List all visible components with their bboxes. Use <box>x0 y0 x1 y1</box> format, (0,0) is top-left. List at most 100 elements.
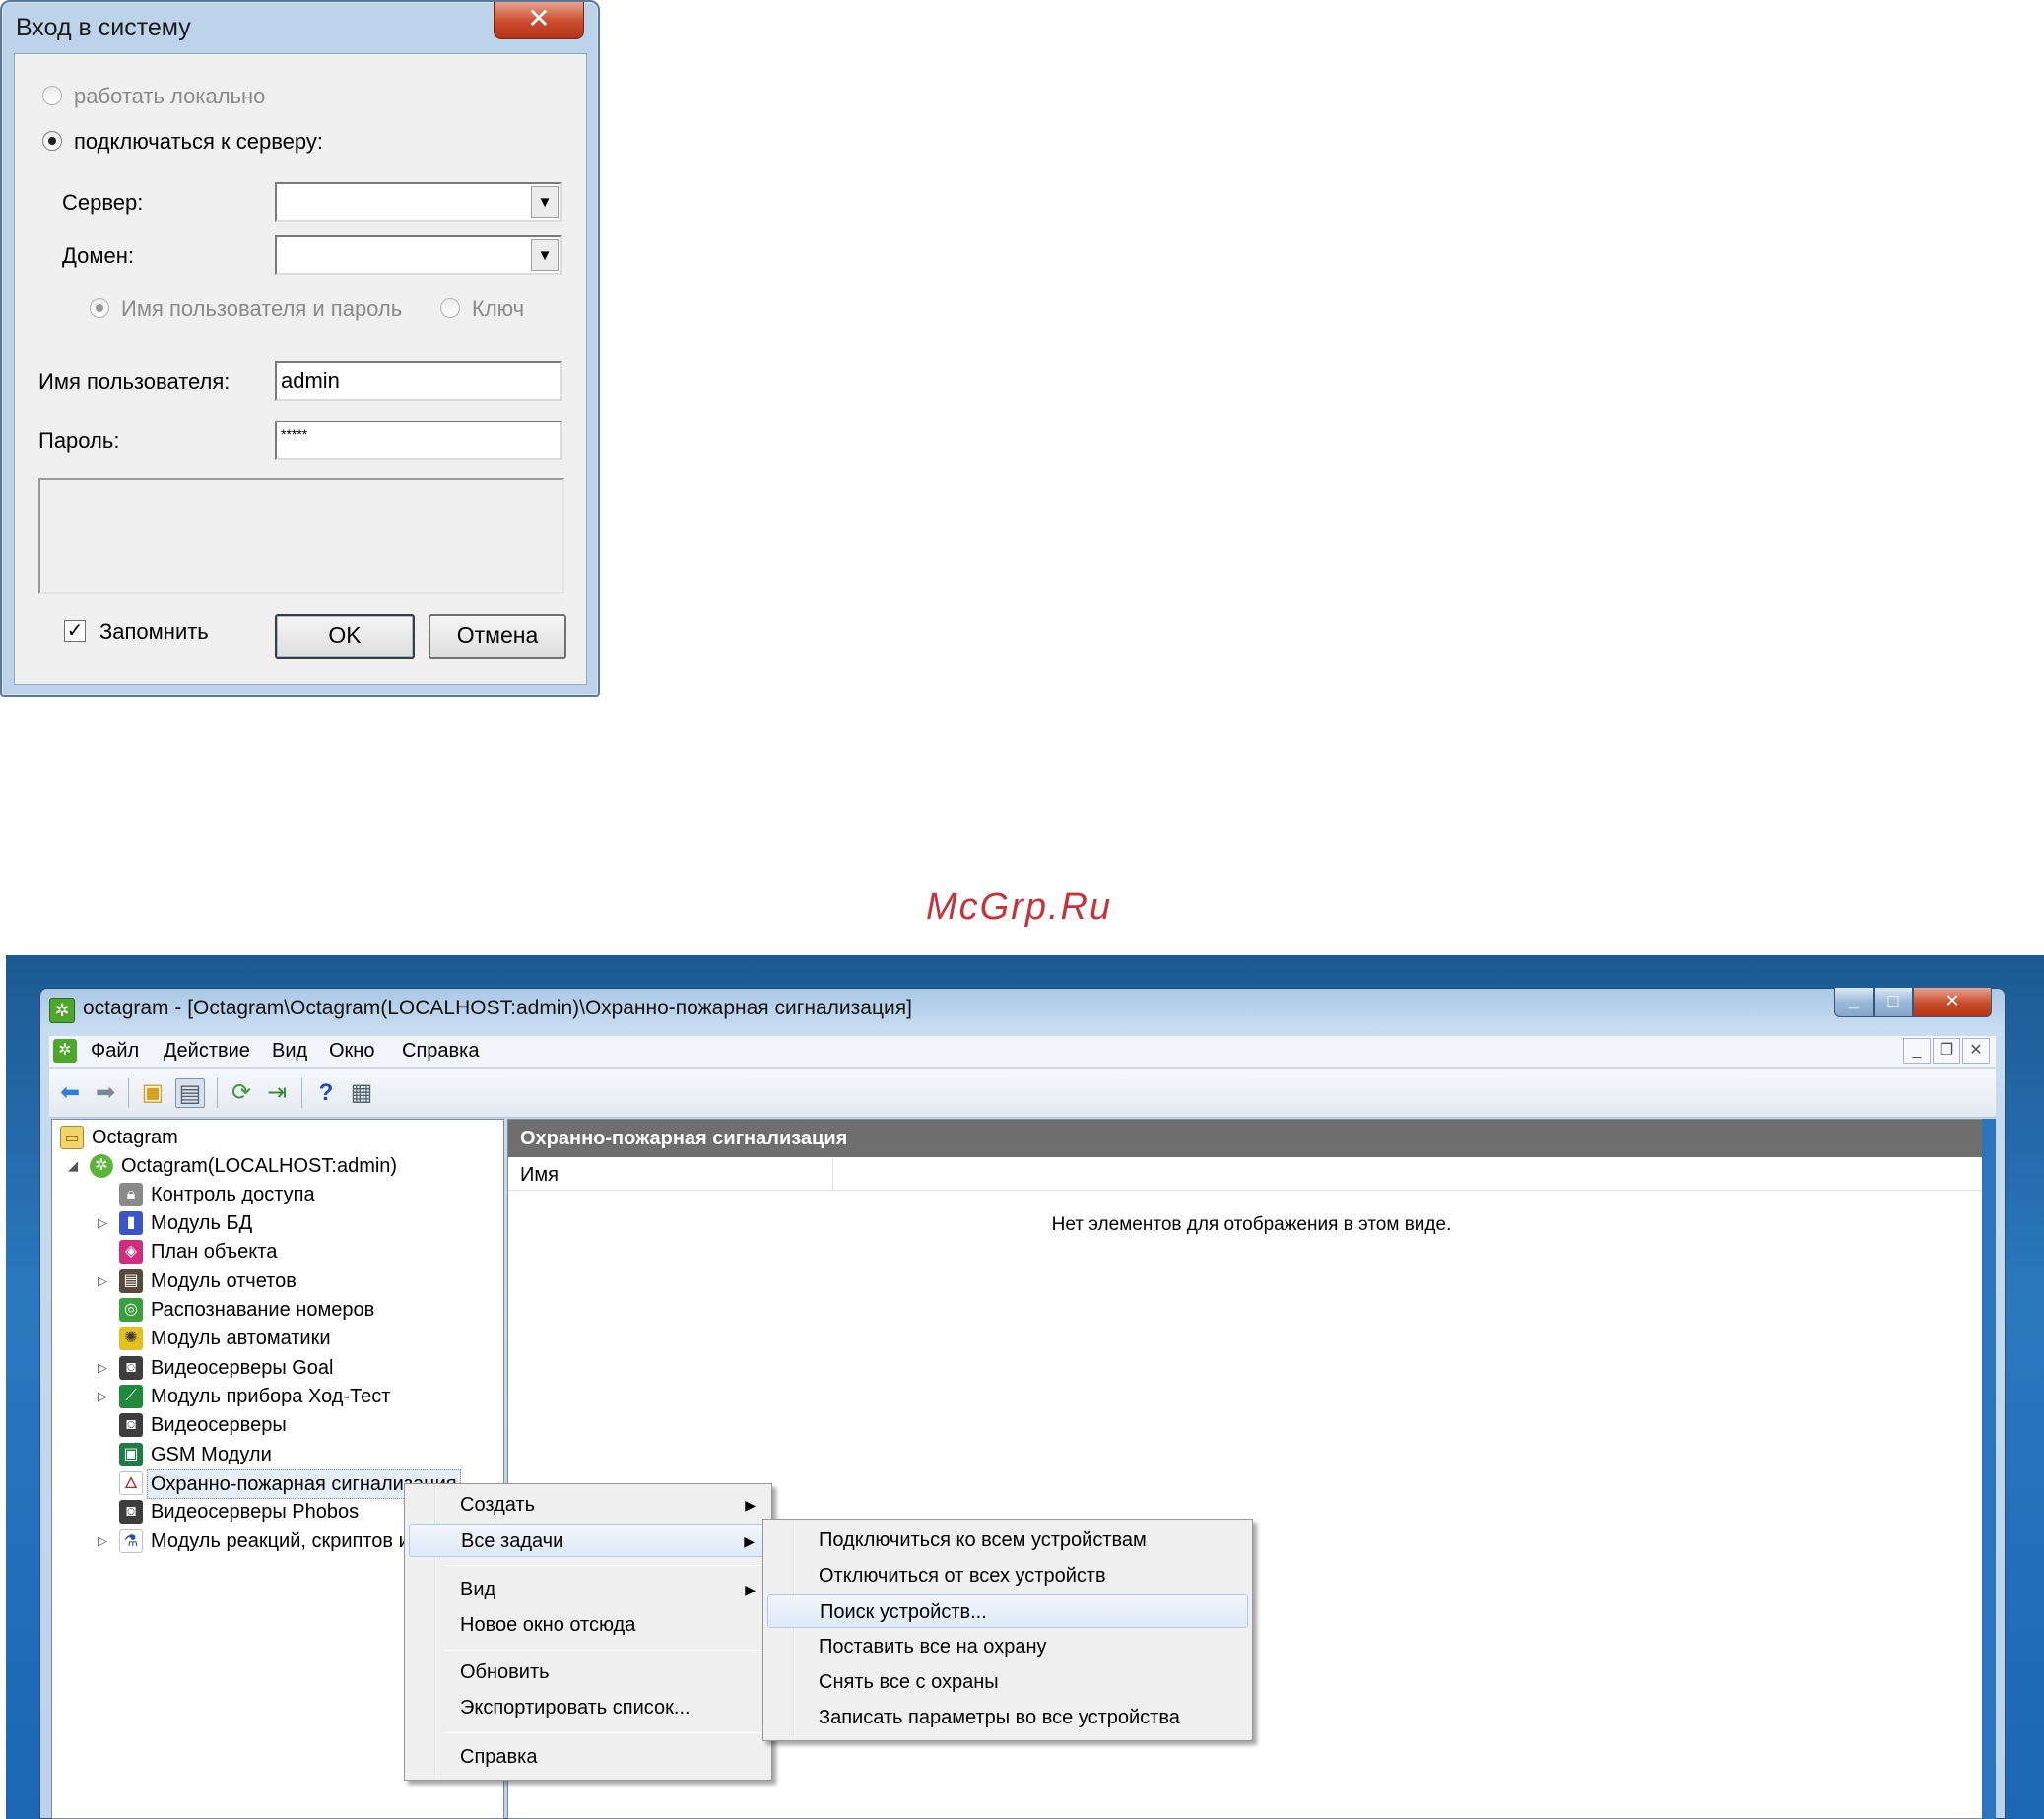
folder-icon: ▭ <box>60 1126 84 1149</box>
camera-icon: ◙ <box>119 1500 143 1524</box>
collapse-arrow-icon[interactable]: ◢ <box>68 1152 82 1180</box>
camera-icon: ◙ <box>119 1413 143 1437</box>
close-button[interactable]: ✕ <box>494 2 584 39</box>
camera-icon: ◙ <box>119 1356 143 1380</box>
window-right-border <box>1982 1119 1996 1819</box>
username-field[interactable]: admin <box>275 361 562 401</box>
gsm-icon: ▣ <box>119 1443 143 1466</box>
radio-connect-server-label: подключаться к серверу: <box>74 129 323 154</box>
domain-label: Домен: <box>62 243 135 268</box>
toolbar-separator <box>128 1078 129 1108</box>
expand-arrow-icon[interactable]: ▷ <box>98 1383 111 1410</box>
fire-alarm-icon: 🜂 <box>119 1471 143 1495</box>
submenu-arrow-icon: ▶ <box>745 1582 756 1597</box>
column-header-name[interactable]: Имя <box>508 1159 833 1191</box>
toolbar-separator <box>217 1078 218 1108</box>
result-pane-title: Охранно-пожарная сигнализация <box>508 1120 1995 1157</box>
radio-work-locally[interactable] <box>42 86 62 105</box>
menu-view[interactable]: Вид <box>272 1040 307 1063</box>
menu-item-create[interactable]: Создать ▶ <box>409 1488 767 1522</box>
menu-file[interactable]: Файл <box>91 1040 139 1063</box>
radio-auth-key-label: Ключ <box>472 296 525 321</box>
radio-auth-key[interactable] <box>440 298 460 318</box>
menu-separator <box>444 1732 765 1733</box>
submenu-write-params[interactable]: Записать параметры во все устройства <box>767 1701 1248 1734</box>
toolbar: ⬅ ➡ ▣ ▤ ⟳ ⇥ ? ▦ <box>49 1069 1996 1118</box>
menu-item-all-tasks[interactable]: Все задачи ▶ <box>409 1524 767 1557</box>
submenu-arrow-icon: ▶ <box>745 1497 756 1513</box>
context-menu: Создать ▶ Все задачи ▶ Вид ▶ Новое окно … <box>404 1483 772 1781</box>
password-field[interactable]: ***** <box>275 421 562 460</box>
window-title: octagram - [Octagram\Octagram(LOCALHOST:… <box>83 997 912 1019</box>
status-message-area <box>38 478 564 594</box>
app-icon[interactable]: ✲ <box>49 998 75 1023</box>
expand-arrow-icon[interactable]: ▷ <box>98 1354 111 1382</box>
refresh-icon[interactable]: ⟳ <box>227 1078 256 1108</box>
password-label: Пароль: <box>38 428 120 453</box>
mdi-buttons: _ ❐ ✕ <box>1903 1038 1990 1064</box>
maximize-button[interactable]: □ <box>1874 988 1913 1017</box>
plate-recognition-icon: ◎ <box>119 1298 143 1322</box>
forward-arrow-icon[interactable]: ➡ <box>91 1078 120 1108</box>
expand-arrow-icon[interactable]: ▷ <box>98 1267 111 1295</box>
plan-icon: ◈ <box>119 1240 143 1264</box>
expand-arrow-icon[interactable]: ▷ <box>98 1527 111 1555</box>
submenu-connect-all[interactable]: Подключиться ко всем устройствам <box>767 1524 1248 1557</box>
watermark: McGrp.Ru <box>926 886 1113 928</box>
menu-item-help[interactable]: Справка <box>409 1740 767 1774</box>
submenu-disconnect-all[interactable]: Отключиться от всех устройств <box>767 1559 1248 1592</box>
up-folder-icon[interactable]: ▣ <box>138 1078 167 1108</box>
octagram-server-icon: ✲ <box>90 1154 113 1178</box>
caption-buttons: _ □ ✕ <box>1834 988 1992 1017</box>
menu-item-view[interactable]: Вид ▶ <box>409 1573 767 1606</box>
chevron-down-icon[interactable]: ▼ <box>531 186 559 218</box>
window-close-button[interactable]: ✕ <box>1913 988 1992 1017</box>
export-icon[interactable]: ⇥ <box>262 1078 292 1108</box>
automation-icon: ✺ <box>119 1327 143 1350</box>
server-label: Сервер: <box>62 190 144 215</box>
login-dialog-title: Вход в систему <box>16 14 191 41</box>
mdi-restore-button[interactable]: ❐ <box>1933 1038 1960 1064</box>
menu-item-export[interactable]: Экспортировать список... <box>409 1691 767 1724</box>
menu-item-new-window[interactable]: Новое окно отсюда <box>409 1608 767 1642</box>
radio-auth-userpass[interactable] <box>90 298 109 318</box>
ok-button[interactable]: OK <box>275 614 415 659</box>
menu-separator <box>444 1650 765 1651</box>
app-menu-icon[interactable]: ✲ <box>53 1039 77 1063</box>
empty-list-message: Нет элементов для отображения в этом вид… <box>1051 1214 1452 1235</box>
menu-help[interactable]: Справка <box>402 1040 479 1063</box>
column-header-row: Имя <box>508 1159 1995 1191</box>
mdi-minimize-button[interactable]: _ <box>1903 1038 1931 1064</box>
login-dialog: Вход в систему ✕ работать локально подкл… <box>0 0 600 697</box>
menu-item-refresh[interactable]: Обновить <box>409 1656 767 1689</box>
submenu-search-devices[interactable]: Поиск устройств... <box>767 1594 1248 1628</box>
submenu-arrow-icon: ▶ <box>744 1533 755 1549</box>
submenu-disarm-all[interactable]: Снять все с охраны <box>767 1665 1248 1699</box>
help-icon[interactable]: ? <box>311 1078 341 1108</box>
toolbar-separator <box>301 1078 302 1108</box>
remember-checkbox[interactable]: ✓ <box>64 620 86 642</box>
scripts-icon: ⚗ <box>119 1529 143 1553</box>
lock-icon: 🔒︎ <box>119 1183 143 1206</box>
action-pane-icon[interactable]: ▦ <box>347 1078 376 1108</box>
reports-icon: ▤ <box>119 1269 143 1293</box>
back-arrow-icon[interactable]: ⬅ <box>55 1078 85 1108</box>
test-device-icon: ⟋ <box>119 1385 143 1408</box>
login-dialog-body: работать локально подключаться к серверу… <box>14 53 587 685</box>
remember-label: Запомнить <box>99 619 209 644</box>
server-combo[interactable]: ▼ <box>275 182 562 222</box>
minimize-button[interactable]: _ <box>1834 988 1874 1017</box>
show-tree-icon[interactable]: ▤ <box>175 1078 205 1108</box>
mdi-close-button[interactable]: ✕ <box>1962 1038 1990 1064</box>
domain-combo[interactable]: ▼ <box>275 235 562 275</box>
all-tasks-submenu: Подключиться ко всем устройствам Отключи… <box>762 1519 1253 1741</box>
menu-window[interactable]: Окно <box>329 1040 374 1063</box>
expand-arrow-icon[interactable]: ▷ <box>98 1209 111 1237</box>
radio-connect-server[interactable] <box>42 131 62 151</box>
chevron-down-icon[interactable]: ▼ <box>531 239 559 271</box>
username-label: Имя пользователя: <box>38 369 231 394</box>
submenu-arm-all[interactable]: Поставить все на охрану <box>767 1630 1248 1663</box>
menu-action[interactable]: Действие <box>164 1040 250 1063</box>
database-icon: ▮ <box>119 1211 143 1235</box>
cancel-button[interactable]: Отмена <box>429 614 566 659</box>
